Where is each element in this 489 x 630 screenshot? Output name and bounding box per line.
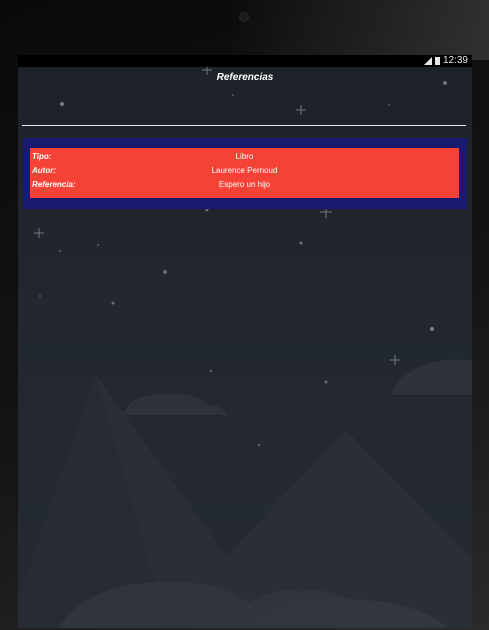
author-value: Laurence Pernoud: [211, 166, 278, 175]
title-divider: [22, 125, 466, 126]
reference-details: Libro Tipo: Laurence Pernoud Autor: Espe…: [30, 148, 459, 198]
device-bezel: 12:39 Referencias Libro Tipo: Laurence P…: [0, 0, 489, 630]
status-bar: 12:39: [18, 55, 472, 67]
reference-row-reference: Espero un hijo Referencia:: [30, 178, 459, 192]
reference-card[interactable]: Libro Tipo: Laurence Pernoud Autor: Espe…: [23, 138, 467, 209]
status-indicators: 12:39: [423, 55, 468, 67]
bezel-reflection: [230, 0, 489, 60]
reference-row-author: Laurence Pernoud Autor:: [30, 164, 459, 178]
battery-icon: [434, 57, 440, 65]
reference-row-type: Libro Tipo:: [30, 150, 459, 164]
type-value: Libro: [235, 152, 254, 161]
camera-icon: [239, 12, 249, 22]
status-time: 12:39: [442, 55, 468, 66]
reference-label: Referencia:: [32, 180, 76, 189]
app-screen: 12:39 Referencias Libro Tipo: Laurence P…: [18, 55, 472, 628]
type-label: Tipo:: [32, 152, 52, 161]
signal-icon: [423, 57, 432, 65]
page-title: Referencias: [216, 72, 274, 83]
reference-value: Espero un hijo: [218, 180, 271, 189]
author-label: Autor:: [32, 166, 56, 175]
